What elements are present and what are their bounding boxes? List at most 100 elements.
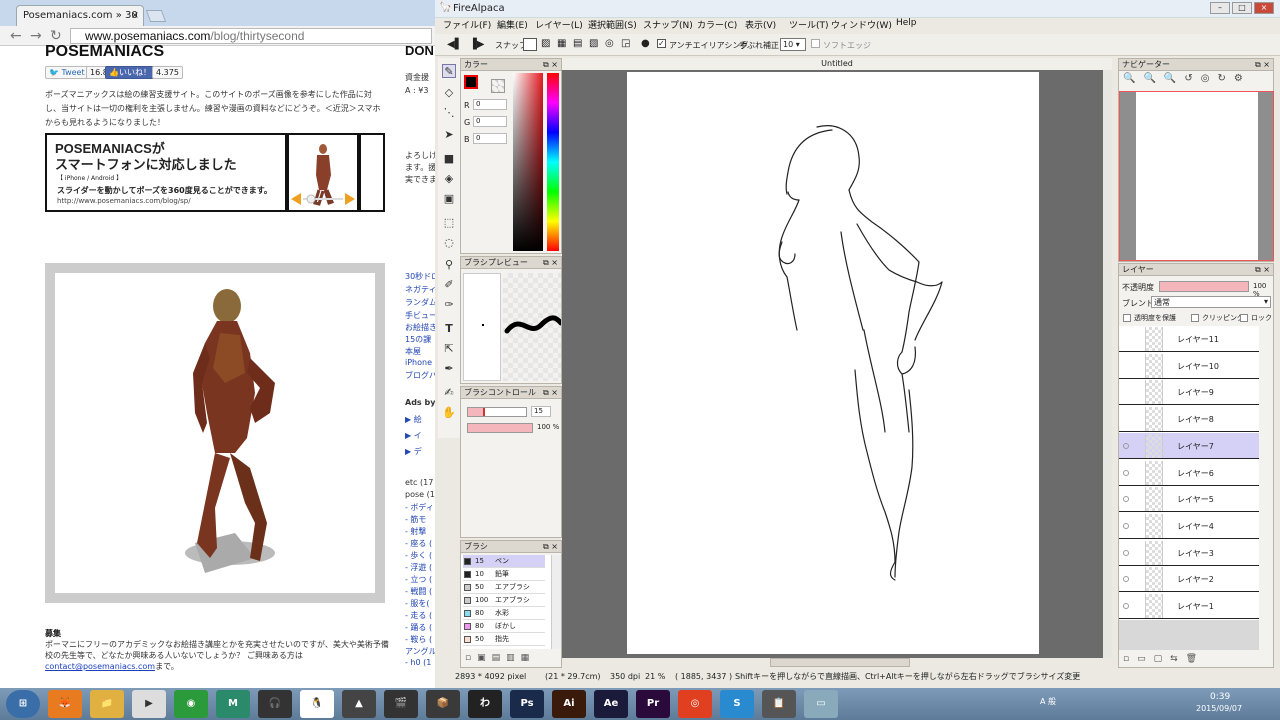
clock-date[interactable]: 2015/09/07 — [1196, 704, 1242, 713]
maximize-button[interactable]: □ — [1232, 2, 1252, 14]
layer-visibility-icon[interactable] — [1123, 442, 1129, 449]
text-tool-icon[interactable]: T — [442, 322, 456, 336]
snap-parallel-icon[interactable]: ▨ — [541, 38, 550, 49]
sidebar-link[interactable]: 本屋 — [405, 346, 421, 357]
sidebar-link[interactable]: ▶ 絵 — [405, 414, 422, 425]
layer-row[interactable]: レイヤー3 — [1119, 539, 1259, 566]
taskbar-app-icon[interactable]: 🎧 — [258, 690, 292, 718]
banner-link[interactable]: http://www.posemaniacs.com/blog/sp/ — [57, 197, 191, 205]
panel-float-icon[interactable]: ⧉ × — [543, 257, 558, 268]
brush-panel-buttons[interactable]: ▫▣▤▥▦ — [465, 653, 535, 663]
brush-size-slider[interactable] — [467, 407, 527, 417]
close-button[interactable]: × — [1254, 2, 1274, 14]
taskbar-app-icon[interactable]: ▭ — [804, 690, 838, 718]
sidebar-link[interactable]: ネガティ — [405, 284, 435, 295]
menu-item[interactable]: レイヤー(L) — [535, 18, 583, 31]
panel-float-icon[interactable]: ⧉ × — [543, 387, 558, 398]
sidebar-link[interactable]: - 射撃 — [405, 526, 426, 537]
sidebar-link[interactable]: - 走る ( — [405, 610, 432, 621]
brush-dot-icon[interactable]: ● — [641, 38, 650, 49]
hand-tool-icon[interactable]: ✋ — [442, 406, 456, 420]
smartphone-banner[interactable]: POSEMANIACSが スマートフォンに対応しました 【 iPhone / An… — [45, 133, 385, 212]
sidebar-link[interactable]: ブログバ — [405, 370, 435, 381]
navigator-preview[interactable] — [1119, 91, 1274, 261]
menu-item[interactable]: 編集(E) — [497, 18, 528, 31]
dot-tool-icon[interactable]: ⋱ — [442, 106, 456, 120]
saturation-value-picker[interactable] — [513, 73, 543, 251]
snap-circle-icon[interactable]: ◎ — [605, 38, 614, 49]
snap-curve-icon[interactable]: ◲ — [621, 38, 630, 49]
tweet-button[interactable]: 🐦 Tweet — [45, 66, 89, 79]
eyedropper-tool-icon[interactable]: ✍ — [442, 386, 456, 400]
next-icon[interactable]: ▐▶ — [469, 39, 484, 50]
brush-item[interactable]: 100 エアブラシ — [463, 594, 545, 607]
sidebar-link[interactable]: 手ビュー — [405, 310, 435, 321]
taskbar-app-icon[interactable]: 📁 — [90, 690, 124, 718]
menu-item[interactable]: ウィンドウ(W) — [831, 18, 892, 31]
layer-row[interactable]: レイヤー4 — [1119, 512, 1259, 539]
sidebar-link[interactable]: - ボディ — [405, 502, 434, 513]
layer-row[interactable]: レイヤー6 — [1119, 459, 1259, 486]
snap-off-icon[interactable] — [523, 38, 537, 51]
taskbar-app-icon[interactable]: ▶ — [132, 690, 166, 718]
brush-size-input[interactable]: 15 — [531, 406, 551, 417]
sidebar-link[interactable]: - 浮遊 ( — [405, 562, 432, 573]
taskbar-app-icon[interactable]: 📦 — [426, 690, 460, 718]
taskbar-app-icon[interactable]: ▲ — [342, 690, 376, 718]
taskbar-app-icon[interactable]: ◉ — [174, 690, 208, 718]
taskbar-app-icon[interactable]: Ps — [510, 690, 544, 718]
taskbar-app-icon[interactable]: ◎ — [678, 690, 712, 718]
layer-row[interactable]: レイヤー1 — [1119, 593, 1259, 619]
eraser-tool-icon[interactable]: ◇ — [442, 86, 456, 100]
fill-rect-tool-icon[interactable]: ■ — [442, 152, 456, 166]
taskbar-app-icon[interactable]: 🎬 — [384, 690, 418, 718]
operation-tool-icon[interactable]: ⇱ — [442, 342, 456, 356]
snap-grid-icon[interactable]: ▦ — [557, 38, 566, 49]
divide-tool-icon[interactable]: ✒ — [442, 362, 456, 376]
prev-icon[interactable]: ◀▌ — [447, 39, 462, 50]
layer-visibility-icon[interactable] — [1123, 576, 1129, 583]
brush-item[interactable]: 50 指先 — [463, 633, 545, 646]
menu-item[interactable]: カラー(C) — [697, 18, 737, 31]
layer-visibility-icon[interactable] — [1123, 496, 1129, 503]
layer-visibility-icon[interactable] — [1123, 469, 1129, 476]
sidebar-link[interactable]: - 座る ( — [405, 538, 432, 549]
menu-item[interactable]: ツール(T) — [789, 18, 829, 31]
sidebar-link[interactable]: - 歩く ( — [405, 550, 432, 561]
layer-row[interactable]: レイヤー11 — [1119, 326, 1259, 352]
sidebar-link[interactable]: iPhone — [405, 358, 432, 367]
clipping-checkbox[interactable] — [1191, 314, 1199, 322]
magic-wand-tool-icon[interactable]: ⚲ — [442, 258, 456, 272]
protect-alpha-checkbox[interactable] — [1123, 314, 1131, 322]
panel-float-icon[interactable]: ⧉ × — [543, 541, 558, 552]
panel-float-icon[interactable]: ⧉ × — [543, 59, 558, 70]
panel-float-icon[interactable]: ⧉ × — [1255, 264, 1270, 275]
taskbar-app-icon[interactable]: 🐧 — [300, 690, 334, 718]
pen-tool-icon[interactable]: ✎ — [442, 64, 456, 78]
gradient-tool-icon[interactable]: ▣ — [442, 192, 456, 206]
sidebar-link[interactable]: - 踊る ( — [405, 622, 432, 633]
reload-icon[interactable]: ↻ — [50, 28, 62, 44]
taskbar-app-icon[interactable]: M — [216, 690, 250, 718]
layer-row[interactable]: レイヤー10 — [1119, 352, 1259, 379]
primary-color-swatch[interactable] — [464, 75, 478, 89]
taskbar-app-icon[interactable]: Pr — [636, 690, 670, 718]
snap-cross-icon[interactable]: ▤ — [573, 38, 582, 49]
sidebar-link[interactable]: お絵描き — [405, 322, 435, 333]
menu-item[interactable]: Help — [896, 18, 917, 28]
like-button[interactable]: 👍いいね！ — [105, 66, 155, 79]
site-title[interactable]: POSEMANIACS — [45, 43, 164, 61]
menu-item[interactable]: ファイル(F) — [443, 18, 491, 31]
sidebar-link[interactable]: - 服を( — [405, 598, 430, 609]
hue-slider[interactable] — [547, 73, 559, 251]
ime-indicator[interactable]: A 般 — [1040, 696, 1056, 707]
taskbar-app-icon[interactable]: 📋 — [762, 690, 796, 718]
sidebar-link[interactable]: pose (1 — [405, 490, 435, 499]
taskbar-app-icon[interactable]: Ai — [552, 690, 586, 718]
taskbar-app-icon[interactable]: 🦊 — [48, 690, 82, 718]
drawing-canvas[interactable] — [627, 72, 1039, 654]
lasso-tool-icon[interactable]: ◌ — [442, 236, 456, 250]
brush-item[interactable]: 80 水彩 — [463, 607, 545, 620]
b-input[interactable]: 0 — [473, 133, 507, 144]
navigator-buttons[interactable]: 🔍🔍🔍↺◎↻⚙ — [1123, 73, 1251, 84]
